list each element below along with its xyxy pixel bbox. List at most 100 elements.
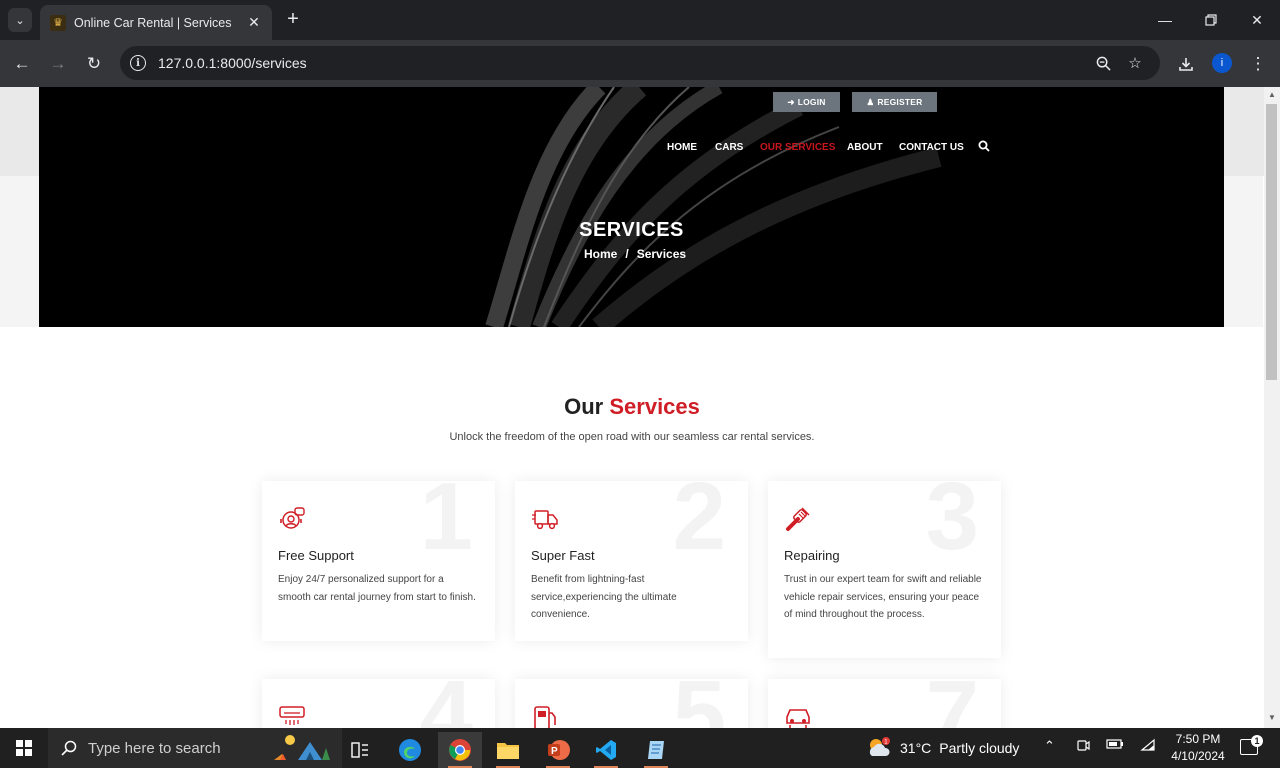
camping-highlight-icon — [274, 735, 330, 760]
services-heading: Our Services — [0, 394, 1264, 420]
battery-icon[interactable] — [1106, 738, 1124, 753]
svg-text:P: P — [551, 746, 558, 757]
card-number: 3 — [925, 481, 979, 570]
forward-arrow-icon[interactable]: → — [44, 50, 72, 78]
car-icon — [786, 709, 810, 728]
meet-now-icon[interactable] — [1076, 738, 1090, 755]
back-arrow-icon[interactable]: ← — [8, 50, 36, 78]
register-label: REGISTER — [877, 97, 923, 107]
fuel-pump-icon — [534, 706, 556, 728]
tab-close-icon[interactable]: ✕ — [246, 14, 262, 31]
weather-condition: Partly cloudy — [939, 740, 1020, 756]
right-margin-strip — [1224, 176, 1263, 327]
breadcrumb-separator: / — [625, 247, 629, 261]
download-icon[interactable] — [1172, 50, 1200, 78]
chrome-browser-icon[interactable] — [438, 732, 482, 768]
partly-cloudy-icon: 1 — [869, 737, 890, 756]
minimize-icon[interactable]: — — [1142, 6, 1188, 34]
services-heading-highlight: Services — [609, 394, 700, 419]
services-heading-prefix: Our — [564, 394, 604, 419]
services-subtitle: Unlock the freedom of the open road with… — [449, 431, 815, 443]
edge-browser-icon[interactable] — [390, 732, 430, 768]
bookmark-star-icon[interactable]: ☆ — [1122, 50, 1148, 76]
register-button[interactable]: ♟ REGISTER — [852, 92, 937, 112]
file-explorer-icon[interactable] — [488, 732, 528, 768]
service-card-free-support: 1 Free Support Enjoy 24/7 personalized s… — [262, 481, 495, 641]
address-bar[interactable]: i 127.0.0.1:8000/services ☆ — [120, 46, 1160, 80]
weather-widget[interactable]: 1 31°C Partly cloudy — [866, 736, 1019, 760]
search-icon — [61, 740, 77, 756]
nav-home[interactable]: HOME — [667, 142, 697, 153]
powerpoint-icon[interactable]: P — [538, 732, 578, 768]
tab-title: Online Car Rental | Services — [74, 15, 232, 30]
url-path: :8000/services — [216, 55, 307, 71]
hero-background-curves — [485, 87, 942, 327]
browser-tab-bar: ⌄ ♛ Online Car Rental | Services ✕ + — ✕ — [0, 0, 1280, 40]
show-hidden-icons-chevron-icon[interactable]: ⌃ — [1044, 738, 1055, 754]
card-number: 1 — [419, 481, 473, 570]
site-info-icon[interactable]: i — [130, 55, 146, 71]
card-description: Enjoy 24/7 personalized support for a sm… — [278, 574, 476, 603]
sign-in-icon: ➜ — [787, 96, 795, 107]
wifi-icon[interactable] — [1140, 738, 1156, 755]
card-number: 4 — [420, 679, 473, 728]
service-card-car: 7 — [768, 679, 1001, 728]
breadcrumb-current: Services — [636, 247, 687, 261]
page-scrollbar-thumb[interactable] — [1266, 104, 1277, 380]
card-number: 2 — [672, 481, 726, 570]
scroll-up-arrow-icon[interactable]: ▲ — [1264, 90, 1280, 102]
taskbar-search-box[interactable]: Type here to search — [48, 728, 342, 768]
task-view-icon[interactable] — [340, 732, 380, 768]
page-title: SERVICES — [579, 219, 684, 241]
url-host: 127.0.0.1 — [158, 55, 217, 71]
card-title: Free Support — [278, 548, 354, 563]
notepad-app-icon[interactable] — [636, 732, 676, 768]
tab-search-chevron-icon[interactable]: ⌄ — [8, 8, 32, 32]
browser-toolbar: ← → ↻ i 127.0.0.1:8000/services ☆ ⋮ — [0, 40, 1280, 87]
service-card-air-conditioning: 4 — [262, 679, 495, 728]
taskbar-search-placeholder: Type here to search — [88, 739, 221, 757]
support-agent-icon — [280, 507, 305, 529]
breadcrumb: Home / Services — [584, 247, 686, 261]
scroll-down-arrow-icon[interactable]: ▼ — [1264, 713, 1280, 725]
nav-our-services[interactable]: OUR SERVICES — [760, 142, 835, 153]
breadcrumb-home[interactable]: Home — [584, 247, 617, 261]
browser-menu-icon[interactable]: ⋮ — [1244, 50, 1272, 78]
left-margin-strip — [0, 176, 39, 327]
card-title: Repairing — [784, 548, 840, 563]
wrench-icon — [786, 507, 810, 531]
login-label: LOGIN — [797, 97, 826, 107]
page-viewport: ➜ LOGIN ♟ REGISTER HOME CARS OUR SERVICES … — [0, 87, 1264, 728]
taskbar-clock[interactable]: 7:50 PM 4/10/2024 — [1166, 731, 1230, 765]
browser-tab-active[interactable]: ♛ Online Car Rental | Services ✕ — [40, 5, 272, 40]
site-favicon-icon: ♛ — [50, 14, 66, 31]
new-tab-plus-icon[interactable]: + — [282, 8, 304, 32]
service-card-repairing: 3 Repairing Trust in our expert team for… — [768, 481, 1001, 658]
weather-temperature: 31°C — [900, 740, 932, 756]
clock-date: 4/10/2024 — [1171, 749, 1225, 763]
nav-contact-us[interactable]: CONTACT US — [899, 142, 964, 153]
login-button[interactable]: ➜ LOGIN — [773, 92, 840, 112]
close-window-icon[interactable]: ✕ — [1234, 6, 1280, 34]
card-number: 5 — [673, 679, 726, 728]
zoom-magnifier-icon[interactable] — [1090, 50, 1116, 76]
service-card-super-fast: 2 Super Fast Benefit from lightning-fast… — [515, 481, 748, 641]
clock-time: 7:50 PM — [1175, 732, 1221, 746]
card-description: Benefit from lightning-fast service,expe… — [531, 574, 677, 620]
service-card-fuel: 5 — [515, 679, 748, 728]
card-number: 7 — [926, 679, 979, 728]
hero-banner: ➜ LOGIN ♟ REGISTER HOME CARS OUR SERVICES … — [39, 87, 1224, 327]
nav-about[interactable]: ABOUT — [847, 142, 883, 153]
vscode-icon[interactable] — [586, 732, 626, 768]
restore-window-icon[interactable] — [1188, 6, 1234, 34]
windows-taskbar: Type here to search P 1 31°C Partly clou… — [0, 728, 1280, 768]
fast-delivery-truck-icon — [532, 510, 558, 530]
nav-cars[interactable]: CARS — [715, 142, 743, 153]
site-search-icon[interactable] — [978, 140, 990, 152]
user-plus-icon: ♟ — [866, 96, 875, 107]
air-conditioner-icon — [279, 706, 305, 725]
windows-start-icon[interactable] — [16, 740, 32, 756]
profile-avatar-icon[interactable]: i — [1212, 53, 1232, 73]
notification-badge: 1 — [1251, 735, 1263, 747]
reload-icon[interactable]: ↻ — [80, 50, 108, 78]
